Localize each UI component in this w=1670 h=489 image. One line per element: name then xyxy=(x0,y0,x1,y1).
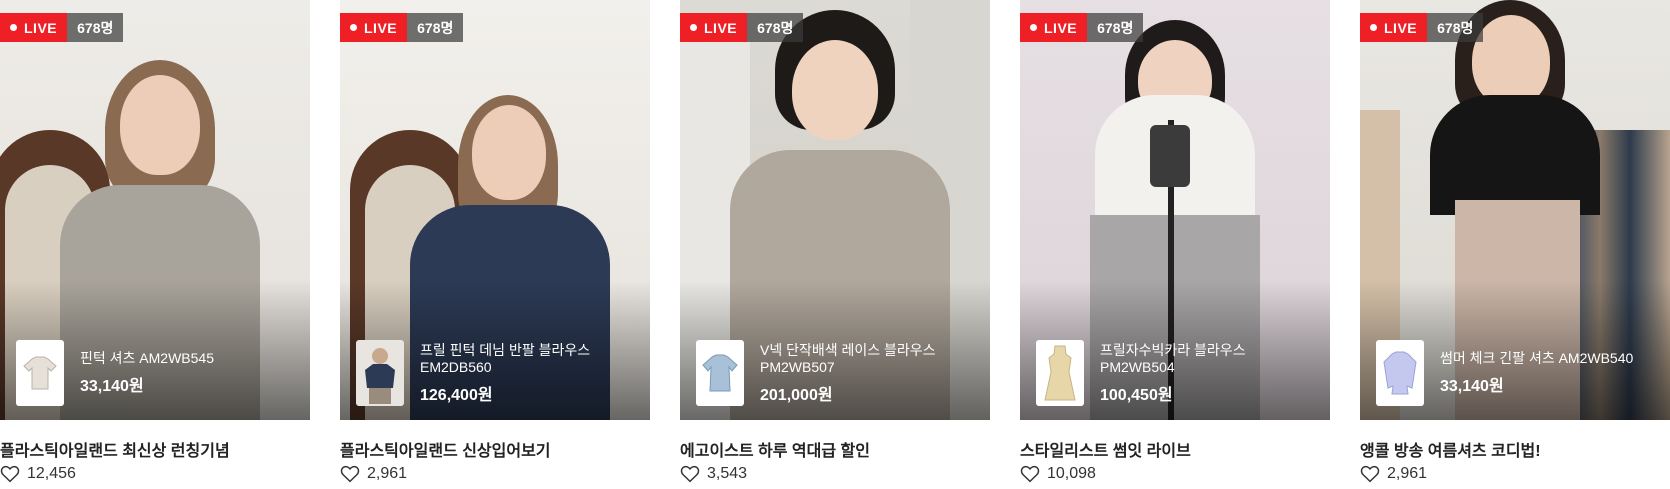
live-text: LIVE xyxy=(24,19,58,36)
broadcast-thumbnail[interactable]: LIVE 678명 핀턱 셔츠 AM2WB545 33,140원 xyxy=(0,0,310,420)
live-text: LIVE xyxy=(704,19,738,36)
heart-icon[interactable] xyxy=(1360,465,1380,483)
broadcast-card[interactable]: LIVE 678명 핀턱 셔츠 AM2WB545 33,140원 플라스틱아일랜… xyxy=(0,0,310,489)
product-name: V넥 단작배색 레이스 블라우스 PM2WB507 xyxy=(760,341,936,375)
live-text: LIVE xyxy=(364,19,398,36)
heart-icon[interactable] xyxy=(0,465,20,483)
shirt-icon xyxy=(23,356,57,390)
broadcast-title[interactable]: 스타일리스트 썸잇 라이브 xyxy=(1020,437,1191,461)
featured-product[interactable]: 핀턱 셔츠 AM2WB545 33,140원 xyxy=(16,340,300,406)
check-shirt-icon xyxy=(1383,351,1417,395)
live-badge: LIVE 678명 xyxy=(340,13,464,42)
broadcast-card[interactable]: LIVE 678명 썸머 체크 긴팔 셔츠 AM2WB540 33,140원 앵… xyxy=(1360,0,1670,489)
heart-icon[interactable] xyxy=(680,465,700,483)
live-label: LIVE xyxy=(680,13,748,42)
live-badge: LIVE 678명 xyxy=(1020,13,1144,42)
product-price: 201,000원 xyxy=(760,386,833,404)
like-count: 10,098 xyxy=(1020,465,1096,483)
broadcast-card[interactable]: LIVE 678명 프릴자수빅카라 블라우스 PM2WB504 100,450원… xyxy=(1020,0,1330,489)
broadcast-title[interactable]: 앵콜 방송 여름셔츠 코디법! xyxy=(1360,437,1541,461)
like-count-value: 10,098 xyxy=(1047,465,1096,482)
live-dot-icon xyxy=(1030,24,1037,31)
model-photo-icon xyxy=(365,348,395,404)
featured-product[interactable]: 프릴자수빅카라 블라우스 PM2WB504 100,450원 xyxy=(1036,340,1320,406)
product-info: 프릴자수빅카라 블라우스 PM2WB504 100,450원 xyxy=(1100,342,1320,405)
product-image[interactable] xyxy=(356,340,404,406)
broadcast-title[interactable]: 플라스틱아일랜드 최신상 런칭기념 xyxy=(0,437,230,461)
broadcast-card[interactable]: LIVE 678명 프릴 핀턱 데님 반팔 블라우스 EM2DB560 126,… xyxy=(340,0,650,489)
product-image[interactable] xyxy=(1376,340,1424,406)
like-count: 2,961 xyxy=(340,465,407,483)
broadcast-title[interactable]: 에고이스트 하루 역대급 할인 xyxy=(680,437,870,461)
like-count-value: 3,543 xyxy=(707,465,748,482)
live-label: LIVE xyxy=(1360,13,1428,42)
live-label: LIVE xyxy=(1020,13,1088,42)
featured-product[interactable]: V넥 단작배색 레이스 블라우스 PM2WB507 201,000원 xyxy=(696,340,980,406)
product-image[interactable] xyxy=(1036,340,1084,406)
dress-icon xyxy=(1044,345,1076,401)
like-count-value: 2,961 xyxy=(1387,465,1428,482)
viewer-count: 678명 xyxy=(67,13,124,42)
product-info: 핀턱 셔츠 AM2WB545 33,140원 xyxy=(80,350,214,396)
live-dot-icon xyxy=(1370,24,1377,31)
product-name: 썸머 체크 긴팔 셔츠 AM2WB540 xyxy=(1440,350,1634,366)
product-name: 프릴자수빅카라 블라우스 PM2WB504 xyxy=(1100,341,1246,375)
product-price: 126,400원 xyxy=(420,386,493,404)
product-info: 썸머 체크 긴팔 셔츠 AM2WB540 33,140원 xyxy=(1440,350,1633,396)
live-label: LIVE xyxy=(0,13,68,42)
like-count: 12,456 xyxy=(0,465,76,483)
like-count-value: 2,961 xyxy=(367,465,408,482)
live-label: LIVE xyxy=(340,13,408,42)
broadcast-thumbnail[interactable]: LIVE 678명 V넥 단작배색 레이스 블라우스 PM2WB507 201,… xyxy=(680,0,990,420)
live-broadcast-list: LIVE 678명 핀턱 셔츠 AM2WB545 33,140원 플라스틱아일랜… xyxy=(0,0,1670,489)
heart-icon[interactable] xyxy=(340,465,360,483)
broadcast-title[interactable]: 플라스틱아일랜드 신상입어보기 xyxy=(340,437,551,461)
like-count-value: 12,456 xyxy=(27,465,76,482)
broadcast-thumbnail[interactable]: LIVE 678명 프릴 핀턱 데님 반팔 블라우스 EM2DB560 126,… xyxy=(340,0,650,420)
product-name: 핀턱 셔츠 AM2WB545 xyxy=(80,350,214,366)
blouse-icon xyxy=(702,354,738,392)
heart-icon[interactable] xyxy=(1020,465,1040,483)
product-image[interactable] xyxy=(16,340,64,406)
live-text: LIVE xyxy=(1384,19,1418,36)
product-info: 프릴 핀턱 데님 반팔 블라우스 EM2DB560 126,400원 xyxy=(420,342,640,405)
featured-product[interactable]: 썸머 체크 긴팔 셔츠 AM2WB540 33,140원 xyxy=(1376,340,1660,406)
broadcast-thumbnail[interactable]: LIVE 678명 프릴자수빅카라 블라우스 PM2WB504 100,450원 xyxy=(1020,0,1330,420)
viewer-count: 678명 xyxy=(747,13,804,42)
product-price: 33,140원 xyxy=(1440,378,1504,395)
live-dot-icon xyxy=(10,24,17,31)
broadcast-card[interactable]: LIVE 678명 V넥 단작배색 레이스 블라우스 PM2WB507 201,… xyxy=(680,0,990,489)
live-badge: LIVE 678명 xyxy=(0,13,124,42)
live-dot-icon xyxy=(350,24,357,31)
live-text: LIVE xyxy=(1044,19,1078,36)
broadcast-thumbnail[interactable]: LIVE 678명 썸머 체크 긴팔 셔츠 AM2WB540 33,140원 xyxy=(1360,0,1670,420)
viewer-count: 678명 xyxy=(407,13,464,42)
product-name: 프릴 핀턱 데님 반팔 블라우스 EM2DB560 xyxy=(420,341,591,375)
featured-product[interactable]: 프릴 핀턱 데님 반팔 블라우스 EM2DB560 126,400원 xyxy=(356,340,640,406)
live-dot-icon xyxy=(690,24,697,31)
product-price: 33,140원 xyxy=(80,378,144,395)
viewer-count: 678명 xyxy=(1087,13,1144,42)
viewer-count: 678명 xyxy=(1427,13,1484,42)
like-count: 3,543 xyxy=(680,465,747,483)
product-price: 100,450원 xyxy=(1100,386,1173,404)
like-count: 2,961 xyxy=(1360,465,1427,483)
live-badge: LIVE 678명 xyxy=(1360,13,1484,42)
live-badge: LIVE 678명 xyxy=(680,13,804,42)
product-info: V넥 단작배색 레이스 블라우스 PM2WB507 201,000원 xyxy=(760,342,980,405)
product-image[interactable] xyxy=(696,340,744,406)
